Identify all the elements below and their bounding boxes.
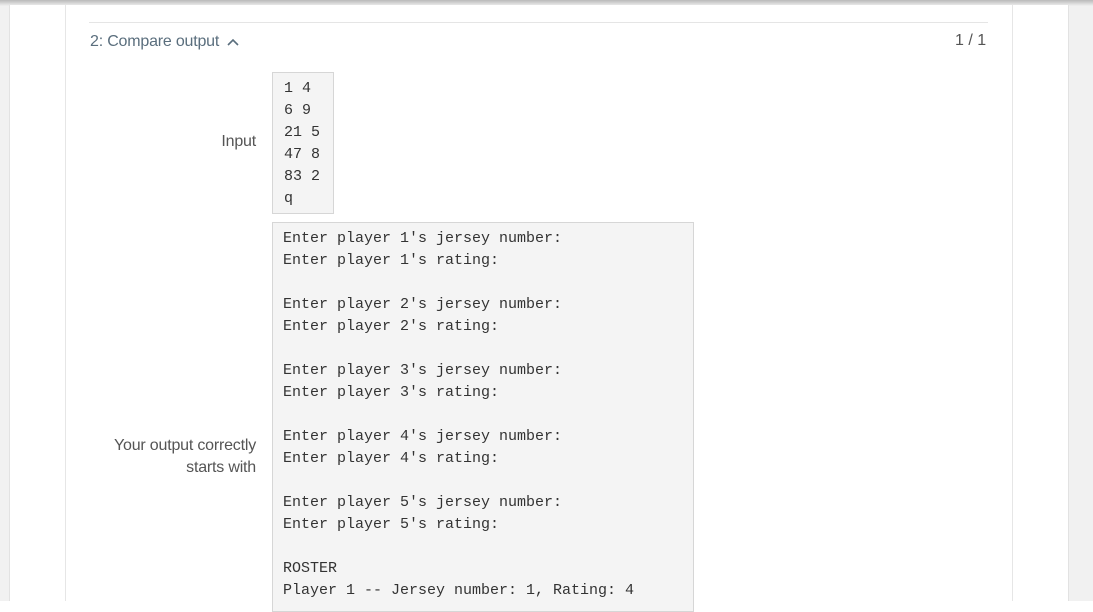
- input-line: 83 2: [284, 168, 321, 185]
- output-line: Enter player 4's jersey number:: [283, 428, 563, 445]
- input-code-box: 1 4 6 9 21 5 47 8 83 2 q: [272, 72, 334, 214]
- output-line: Enter player 1's jersey number:: [283, 230, 563, 247]
- input-line: 47 8: [284, 146, 321, 163]
- input-line: q: [284, 190, 294, 207]
- output-line: Enter player 3's rating:: [283, 384, 500, 401]
- output-line: Enter player 4's rating:: [283, 450, 500, 467]
- section-divider: [89, 22, 988, 23]
- output-line: Enter player 2's rating:: [283, 318, 500, 335]
- input-line: 21 5: [284, 124, 321, 141]
- output-line: Enter player 5's rating:: [283, 516, 500, 533]
- output-label: Your output correctly starts with: [114, 437, 256, 476]
- input-label: Input: [221, 133, 256, 150]
- input-line: 6 9: [284, 102, 312, 119]
- page-background: 2: Compare output 1 / 1 Input 1 4 6 9 21 5…: [0, 0, 1093, 612]
- output-line: Enter player 3's jersey number:: [283, 362, 563, 379]
- output-code-box: Enter player 1's jersey number: Enter pla…: [272, 222, 694, 612]
- chevron-up-icon: [227, 38, 239, 46]
- output-line: Enter player 1's rating:: [283, 252, 500, 269]
- output-line: Player 1 -- Jersey number: 1, Rating: 4: [283, 582, 635, 599]
- input-line: 1 4: [284, 80, 312, 97]
- test-score: 1 / 1: [955, 32, 987, 49]
- compare-output-toggle[interactable]: 2: Compare output: [90, 33, 240, 51]
- section-title: 2: Compare output: [90, 33, 220, 50]
- output-line: ROSTER: [283, 560, 338, 577]
- output-line: Enter player 5's jersey number:: [283, 494, 563, 511]
- output-line: Enter player 2's jersey number:: [283, 296, 563, 313]
